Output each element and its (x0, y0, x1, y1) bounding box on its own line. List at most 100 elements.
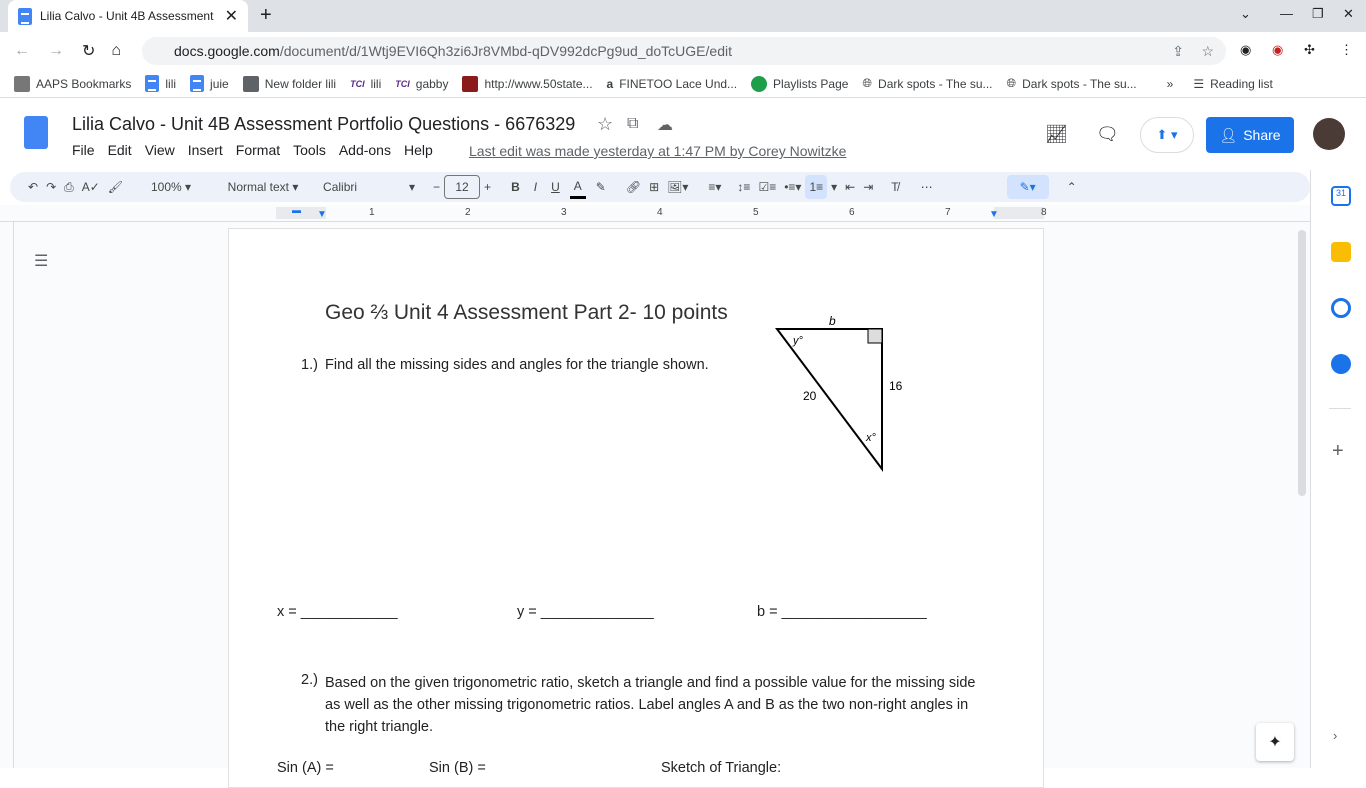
x-answer[interactable]: x = ____________ (277, 604, 398, 620)
browser-tab[interactable]: Lilia Calvo - Unit 4B Assessment ✕ (8, 0, 248, 32)
horizontal-ruler[interactable]: 1 2 3 4 5 6 7 8 ▬ ▼ ▼ (0, 205, 1310, 222)
menu-format[interactable]: Format (236, 142, 280, 158)
print-icon[interactable]: ⎙ (60, 175, 78, 199)
collapse-menus-icon[interactable]: ⌃ (1063, 175, 1081, 199)
style-select[interactable]: Normal text ▾ (213, 175, 313, 199)
increase-font-size-button[interactable]: + (480, 175, 495, 199)
decrease-font-size-button[interactable]: − (429, 175, 444, 199)
back-icon[interactable]: ← (14, 42, 30, 60)
new-tab-button[interactable]: + (260, 4, 272, 27)
bookmark-item[interactable]: New folder lili (242, 75, 336, 92)
link-icon[interactable]: 🔗︎ (622, 175, 645, 199)
highlight-icon[interactable]: ✎ (592, 175, 610, 199)
menu-view[interactable]: View (145, 142, 175, 158)
forward-icon[interactable]: → (48, 42, 64, 60)
share-button[interactable]: 👤︎ Share (1206, 117, 1294, 153)
contacts-icon[interactable] (1331, 354, 1351, 374)
right-margin-marker[interactable]: ▼ (989, 209, 999, 220)
scrollbar[interactable] (1298, 230, 1306, 496)
cloud-status-icon[interactable]: ☁ (657, 115, 673, 135)
bookmark-item[interactable]: TCI lili (350, 77, 381, 91)
minimize-button[interactable]: — (1280, 6, 1293, 21)
bookmark-item[interactable]: lili (145, 75, 176, 92)
underline-icon[interactable]: U (547, 175, 564, 199)
chrome-menu-icon[interactable]: ⋮ (1340, 42, 1353, 58)
document-page[interactable]: Geo ⅔ Unit 4 Assessment Part 2- 10 point… (228, 228, 1044, 788)
outline-icon[interactable]: ☰ (34, 251, 48, 271)
more-icon[interactable]: ⋯ (917, 175, 937, 199)
restore-button[interactable]: ❐ (1312, 6, 1324, 22)
more-bookmarks-icon[interactable]: » (1167, 77, 1174, 91)
bookmark-item[interactable]: http://www.50state... (462, 75, 593, 92)
italic-icon[interactable]: I (530, 175, 541, 199)
spellcheck-icon[interactable]: A✓ (78, 175, 104, 199)
star-icon[interactable]: ☆ (597, 114, 613, 135)
avatar[interactable] (1313, 118, 1345, 150)
text-color-icon[interactable]: A (569, 175, 586, 199)
last-edit-link[interactable]: Last edit was made yesterday at 1:47 PM … (469, 143, 846, 159)
move-icon[interactable]: ⧉ (627, 115, 638, 133)
menu-file[interactable]: File (72, 142, 95, 158)
increase-indent-icon[interactable]: ⇥ (859, 175, 877, 199)
editing-mode-button[interactable]: ✎▾ (1006, 175, 1049, 199)
clear-formatting-icon[interactable]: T̸ (887, 175, 902, 199)
numbered-list-icon[interactable]: 1≡ (805, 175, 828, 199)
close-window-button[interactable]: ✕ (1343, 6, 1354, 22)
keep-icon[interactable] (1331, 242, 1351, 262)
bookmark-item[interactable]: juie (190, 75, 229, 92)
bookmark-item[interactable]: a FINETOO Lace Und... (607, 77, 738, 91)
extensions-puzzle-icon[interactable]: ✣ (1304, 42, 1315, 58)
redo-icon[interactable]: ↷ (42, 175, 60, 199)
bulleted-list-icon[interactable]: •≡▾ (780, 175, 805, 199)
menu-addons[interactable]: Add-ons (339, 142, 391, 158)
b-answer[interactable]: b = __________________ (757, 604, 927, 620)
font-size-input[interactable]: 12 (444, 175, 481, 199)
present-button[interactable]: ⬆ ▾ (1140, 117, 1194, 153)
decrease-indent-icon[interactable]: ⇤ (841, 175, 859, 199)
indent-marker[interactable]: ▬ (292, 205, 301, 215)
tab-search-icon[interactable]: ⌄ (1240, 6, 1251, 22)
bold-icon[interactable]: B (507, 175, 524, 199)
align-icon[interactable]: ≡▾ (704, 175, 725, 199)
reading-list[interactable]: ☰ Reading list (1193, 77, 1272, 91)
bookmark-item[interactable]: AAPS Bookmarks (14, 75, 131, 92)
insert-image-icon[interactable]: 🖼︎▾ (663, 175, 692, 199)
expand-panel-icon[interactable]: › (1333, 728, 1337, 743)
bookmark-item[interactable]: Playlists Page (751, 75, 848, 92)
docs-logo-icon[interactable] (24, 116, 48, 149)
document-title[interactable]: Lilia Calvo - Unit 4B Assessment Portfol… (72, 114, 575, 135)
explore-button[interactable]: ✦ (1256, 723, 1294, 761)
y-answer[interactable]: y = ______________ (517, 604, 654, 620)
menu-edit[interactable]: Edit (108, 142, 132, 158)
menu-tools[interactable]: Tools (293, 142, 326, 158)
extension-icon[interactable]: ◉ (1240, 42, 1251, 58)
calendar-icon[interactable]: 31 (1331, 186, 1351, 206)
menu-insert[interactable]: Insert (188, 142, 223, 158)
undo-icon[interactable]: ↶ (24, 175, 42, 199)
reload-icon[interactable]: ↻ (82, 41, 95, 61)
bookmark-item[interactable]: TCI gabby (395, 77, 448, 91)
activity-icon[interactable]: 📈︎ (1045, 124, 1068, 145)
zoom-select[interactable]: 100% ▾ (139, 175, 203, 199)
share-page-icon[interactable]: ⇪ (1172, 43, 1184, 60)
tasks-icon[interactable] (1331, 298, 1351, 318)
line-spacing-icon[interactable]: ↕≡ (733, 175, 754, 199)
home-icon[interactable]: ⌂ (111, 42, 121, 60)
left-margin-marker[interactable]: ▼ (317, 209, 327, 220)
vertical-ruler[interactable] (0, 222, 14, 768)
bookmark-star-icon[interactable]: ☆ (1201, 43, 1214, 60)
extension-icon[interactable]: ◉ (1272, 42, 1283, 58)
close-tab-icon[interactable]: ✕ (225, 6, 238, 26)
url-field[interactable]: docs.google.com/document/d/1Wtj9EVI6Qh3z… (142, 37, 1226, 65)
bookmark-item[interactable]: 🌐︎ Dark spots - The su... (1007, 76, 1137, 91)
numbered-list-dropdown[interactable]: ▾ (827, 175, 841, 199)
paint-format-icon[interactable]: 🖌︎ (104, 175, 127, 199)
font-select[interactable]: Calibri ▾ (319, 175, 419, 199)
add-addon-icon[interactable]: + (1332, 440, 1344, 463)
checklist-icon[interactable]: ☑≡ (754, 175, 780, 199)
add-comment-icon[interactable]: ⊞ (645, 175, 663, 199)
bookmark-item[interactable]: 🌐︎ Dark spots - The su... (862, 76, 992, 91)
sin-a: Sin (A) = (277, 760, 334, 776)
menu-help[interactable]: Help (404, 142, 433, 158)
comments-icon[interactable]: 🗨︎ (1096, 124, 1119, 145)
